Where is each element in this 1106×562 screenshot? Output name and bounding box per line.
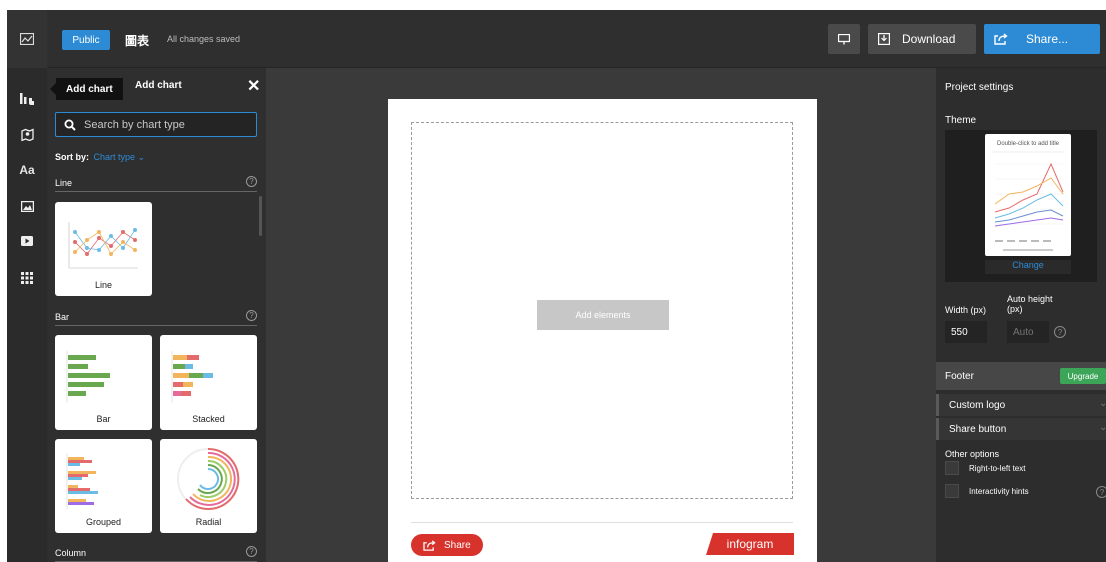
- theme-preview: Double-click to add title Change: [985, 134, 1071, 274]
- share-label: Share...: [1026, 32, 1069, 46]
- share-button-label: Share button: [949, 424, 1007, 435]
- chart-card-grouped[interactable]: Grouped: [55, 439, 152, 533]
- chevron-down-icon: ⌄: [1099, 398, 1106, 409]
- canvas-share-label: Share: [444, 539, 471, 551]
- download-icon: [878, 33, 890, 45]
- public-button[interactable]: Public: [62, 30, 110, 50]
- add-map-tool[interactable]: [7, 120, 47, 148]
- card-label: Bar: [96, 414, 111, 424]
- theme-preview-chart: [991, 151, 1065, 251]
- share-icon: [423, 539, 436, 551]
- section-line: Line ?: [55, 176, 257, 192]
- theme-change-button[interactable]: Change: [985, 260, 1071, 274]
- close-icon[interactable]: ✕: [247, 76, 260, 96]
- sort-label: Sort by:: [55, 152, 90, 162]
- theme-selector[interactable]: Double-click to add title Change: [945, 130, 1097, 282]
- text-icon: Aa: [19, 163, 35, 177]
- top-bar: Public 圖表 All changes saved Download Sha: [7, 10, 1106, 68]
- help-icon[interactable]: ?: [1054, 326, 1066, 338]
- search-icon: [64, 119, 76, 131]
- add-image-tool[interactable]: [7, 192, 47, 220]
- grid-icon: [21, 272, 33, 284]
- chevron-down-icon: ⌄: [1099, 422, 1106, 433]
- monitor-icon: [838, 33, 850, 44]
- rtl-label: Right-to-left text: [969, 463, 1026, 473]
- project-title[interactable]: 圖表: [125, 32, 149, 49]
- home-button[interactable]: [7, 10, 47, 68]
- help-icon[interactable]: ?: [246, 310, 257, 321]
- download-label: Download: [902, 32, 956, 46]
- add-elements-button[interactable]: Add elements: [537, 300, 669, 330]
- map-icon: [20, 128, 34, 141]
- chart-search[interactable]: [55, 112, 257, 137]
- help-icon[interactable]: ?: [1096, 486, 1106, 498]
- canvas-share-button[interactable]: Share: [411, 534, 483, 556]
- share-icon: [994, 33, 1008, 45]
- drop-zone[interactable]: Add elements: [411, 122, 793, 499]
- card-label: Stacked: [192, 414, 225, 424]
- download-button[interactable]: Download: [868, 24, 976, 54]
- custom-logo-row[interactable]: Custom logo ⌄: [936, 394, 1106, 416]
- image-icon: [20, 200, 34, 212]
- add-video-tool[interactable]: [7, 227, 47, 255]
- auto-height-label-line2: (px): [1007, 304, 1023, 314]
- custom-logo-label: Custom logo: [949, 400, 1006, 411]
- share-button[interactable]: Share...: [984, 24, 1100, 54]
- panel-scrollbar[interactable]: [259, 196, 262, 236]
- add-chart-tool[interactable]: [7, 84, 47, 112]
- chart-card-bar[interactable]: Bar: [55, 335, 152, 430]
- rtl-checkbox[interactable]: [945, 461, 959, 475]
- theme-label: Theme: [945, 115, 977, 126]
- auto-height-label-line1: Auto height: [1007, 294, 1053, 304]
- help-icon[interactable]: ?: [246, 176, 257, 187]
- card-label: Grouped: [85, 517, 122, 527]
- preview-button[interactable]: [828, 24, 860, 54]
- sort-dropdown[interactable]: Chart type ⌄: [94, 152, 146, 162]
- panel-title: Add chart: [135, 80, 182, 91]
- video-icon: [21, 236, 33, 246]
- project-settings-panel: Project settings Theme Double-click to a…: [936, 68, 1106, 562]
- project-icon: [20, 33, 34, 45]
- add-chart-tooltip: Add chart: [50, 78, 123, 100]
- auto-height-label: Auto height (px): [1007, 294, 1053, 314]
- settings-title: Project settings: [945, 82, 1014, 93]
- search-input[interactable]: [84, 118, 244, 131]
- add-text-tool[interactable]: Aa: [7, 156, 47, 184]
- upgrade-button[interactable]: Upgrade: [1060, 368, 1106, 384]
- tool-rail: Aa: [7, 68, 47, 562]
- sort-control: Sort by: Chart type ⌄: [55, 152, 145, 163]
- section-line-label: Line: [55, 178, 73, 188]
- section-bar-label: Bar: [55, 312, 70, 322]
- more-tools[interactable]: [7, 264, 47, 292]
- interactivity-hints-label: Interactivity hints: [969, 486, 1029, 496]
- other-options-label: Other options: [945, 449, 1000, 459]
- section-column-label: Column: [55, 548, 87, 558]
- interactivity-hints-option[interactable]: Interactivity hints: [945, 484, 1029, 498]
- section-column: Column ?: [55, 546, 257, 562]
- app-window: Public 圖表 All changes saved Download Sha: [7, 10, 1106, 562]
- canvas-area: Add elements Share infogram: [266, 68, 936, 562]
- card-label: Radial: [195, 517, 222, 527]
- chart-card-stacked[interactable]: Stacked: [160, 335, 257, 430]
- infographic-page[interactable]: Add elements Share infogram: [388, 99, 817, 562]
- chart-card-line[interactable]: Line: [55, 202, 152, 296]
- width-label: Width (px): [945, 305, 987, 315]
- interactivity-hints-checkbox[interactable]: [945, 484, 959, 498]
- card-label: Line: [94, 280, 112, 290]
- width-input[interactable]: [945, 321, 987, 343]
- footer-divider: [411, 522, 793, 523]
- auto-height-input[interactable]: [1007, 321, 1049, 343]
- add-chart-panel: Add chart ✕ Sort by: Chart type ⌄ Line ?: [47, 68, 266, 562]
- chart-card-radial[interactable]: Radial: [160, 439, 257, 533]
- save-status: All changes saved: [167, 34, 241, 44]
- infogram-logo[interactable]: infogram: [706, 533, 794, 555]
- chart-icon: [20, 93, 34, 105]
- section-bar: Bar ?: [55, 310, 257, 326]
- footer-section[interactable]: Footer Upgrade: [936, 362, 1106, 390]
- rtl-option[interactable]: Right-to-left text: [945, 461, 1025, 475]
- share-button-row[interactable]: Share button ⌄: [936, 418, 1106, 440]
- help-icon[interactable]: ?: [246, 546, 257, 557]
- footer-label: Footer: [945, 371, 974, 382]
